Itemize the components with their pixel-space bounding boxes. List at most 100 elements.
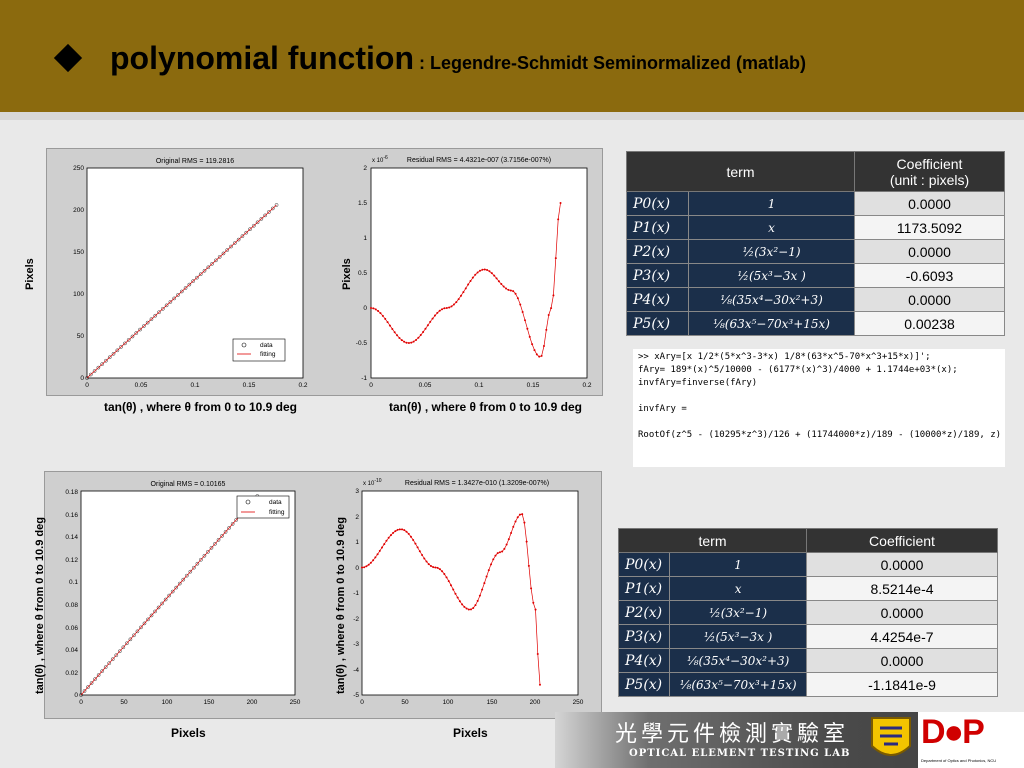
term-cell: P5(x) (625, 311, 690, 336)
plot2-xtick: 0 (369, 382, 373, 389)
expression-cell: ½(3x²−1) (669, 600, 807, 625)
expression-cell: ⅛(63x⁵−70x³+15x) (688, 311, 855, 336)
title-main: polynomial function (110, 40, 414, 76)
plot3-ytick: 0.16 (65, 512, 78, 519)
plot3-xtick: 0 (79, 699, 83, 706)
plot2-ytick: 2 (363, 165, 367, 172)
term-cell: P4(x) (617, 648, 671, 673)
table-row: P5(x) ⅛(63x⁵−70x³+15x) -1.1841e-9 (617, 672, 998, 697)
table-row: P3(x) ½(5x³−3x ) 4.4254e-7 (617, 624, 998, 649)
plot2-ytick: 0.5 (358, 270, 367, 277)
code-line: invfAry=finverse(fAry) (638, 378, 758, 388)
plot3-ytick: 0.14 (65, 534, 78, 541)
value-cell: 8.5214e-4 (806, 576, 998, 601)
table-row: P0(x) 1 0.0000 (617, 552, 998, 577)
value-cell: 4.4254e-7 (806, 624, 998, 649)
dop-subtitle: Department of Optics and Photonics, NCU (921, 758, 997, 763)
term-cell: P2(x) (617, 600, 671, 625)
plot2-caption: tan(θ) , where θ from 0 to 10.9 deg (389, 400, 583, 414)
term-cell: P0(x) (617, 552, 671, 577)
table2-header-coefficient: Coefficient (806, 528, 998, 553)
plot4-xtick: 100 (443, 699, 454, 706)
term-cell: P1(x) (617, 576, 671, 601)
expression-cell: x (669, 576, 807, 601)
plot1-xtick: 0.05 (135, 382, 148, 389)
plot1-caption: tan(θ) , where θ from 0 to 10.9 deg (104, 400, 298, 414)
plot4-caption: Pixels (453, 726, 488, 740)
plot4-ytick: -4 (353, 667, 359, 674)
table-row: P4(x) ⅛(35x⁴−30x²+3) 0.0000 (617, 648, 998, 673)
plot4-xtick: 150 (487, 699, 498, 706)
plot3-ytick: 0.06 (65, 625, 78, 632)
plot1-xtick: 0 (85, 382, 89, 389)
figure-top: Original RMS = 119.2816 250 200 150 100 … (46, 148, 603, 396)
lab-name-english: OPTICAL ELEMENT TESTING LAB (629, 748, 851, 759)
term-cell: P2(x) (625, 239, 690, 264)
table-row: P3(x) ½(5x³−3x ) -0.6093 (625, 263, 1005, 288)
value-cell: 0.0000 (806, 600, 998, 625)
code-line: fAry= 189*(x)^5/10000 - (6177*(x)^3)/400… (638, 365, 958, 375)
value-cell: 0.0000 (854, 239, 1005, 264)
plot2-xticks: 0 0.05 0.1 0.15 0.2 (369, 382, 592, 389)
table2-body: P0(x) 1 0.0000 P1(x) x 8.5214e-4 P2(x) ½(3x²−1)… (617, 552, 998, 697)
plot3-ytick: 0.02 (65, 670, 78, 677)
value-cell: 0.00238 (854, 311, 1005, 336)
expression-cell: ½(5x³−3x ) (688, 263, 855, 288)
table-row: P2(x) ½(3x²−1) 0.0000 (617, 600, 998, 625)
legend-fitting-label: fitting (269, 509, 285, 516)
plot4-title: Residual RMS = 1.3427e-010 (1.3209e-007%… (405, 480, 549, 487)
plot2-xtick: 0.15 (527, 382, 540, 389)
plot1-yticks: 250 200 150 100 50 0 (73, 165, 84, 382)
plot1-xtick: 0.15 (243, 382, 256, 389)
plot3-xtick: 250 (290, 699, 301, 706)
plot4-ytick: -2 (353, 616, 359, 623)
code-line: invfAry = (638, 404, 687, 414)
plot2-ytick: 0 (363, 305, 367, 312)
plot2-exponent: x 10-6 (372, 155, 388, 164)
term-cell: P0(x) (625, 191, 690, 216)
plot4-ytick: 3 (355, 488, 359, 495)
plot4-ytick: -5 (353, 692, 359, 699)
plot2-ytick: 1.5 (358, 200, 367, 207)
term-cell: P5(x) (617, 672, 671, 697)
plot1-ytick: 150 (73, 249, 84, 256)
plot1-ytick: 200 (73, 207, 84, 214)
expression-cell: x (688, 215, 855, 240)
plot2-xtick: 0.05 (419, 382, 432, 389)
value-cell: 0.0000 (806, 648, 998, 673)
plot1-ytick: 50 (77, 333, 85, 340)
code-line: >> xAry=[x 1/2*(5*x^3-3*x) 1/8*(63*x^5-7… (638, 352, 931, 362)
plot3-ytick: 0.1 (69, 579, 78, 586)
table-row: P4(x) ⅛(35x⁴−30x²+3) 0.0000 (625, 287, 1005, 312)
value-cell: 0.0000 (854, 191, 1005, 216)
expression-cell: ½(3x²−1) (688, 239, 855, 264)
value-cell: 0.0000 (806, 552, 998, 577)
coefficient-table-tan: term Coefficient P0(x) 1 0.0000 P1(x) x 8.521… (617, 528, 998, 697)
plot2-xtick: 0.1 (474, 382, 483, 389)
plot4-xtick: 200 (530, 699, 541, 706)
plot1-xtick: 0.1 (190, 382, 199, 389)
plot3-yticks: 0.18 0.16 0.14 0.12 0.1 0.08 0.06 0.04 0… (65, 489, 78, 699)
expression-cell: 1 (688, 191, 855, 216)
matlab-code-output: >> xAry=[x 1/2*(5*x^3-3*x) 1/8*(63*x^5-7… (633, 349, 1005, 467)
value-cell: 0.0000 (854, 287, 1005, 312)
plot3-ytick: 0.12 (65, 557, 78, 564)
plot2-ytick: -0.5 (356, 340, 368, 347)
table1-body: P0(x) 1 0.0000 P1(x) x 1173.5092 P2(x) ½(3x²−1)… (625, 191, 1005, 336)
figure-bottom: Original RMS = 0.10165 0.18 0.16 0.14 0.… (44, 471, 602, 719)
plot4-ytick: 0 (355, 565, 359, 572)
plot3-ytick: 0.08 (65, 602, 78, 609)
plot1-ytick: 0 (80, 375, 84, 382)
term-cell: P1(x) (625, 215, 690, 240)
code-line: RootOf(z^5 - (10295*z^3)/126 + (11744000… (638, 430, 1000, 440)
plot3-ylabel: tan(θ) , where θ from 0 to 10.9 deg (34, 517, 46, 694)
expression-cell: ⅛(35x⁴−30x²+3) (688, 287, 855, 312)
plot3-caption: Pixels (171, 726, 206, 740)
plot1-ylabel: Pixels (24, 258, 36, 290)
plot2-ytick: -1 (361, 375, 367, 382)
plot2-ylabel: Pixels (341, 258, 353, 290)
table1-header-term: term (626, 151, 855, 192)
coefficient-table-pixels: term Coefficient (unit : pixels) P0(x) 1 0.… (625, 151, 1005, 336)
